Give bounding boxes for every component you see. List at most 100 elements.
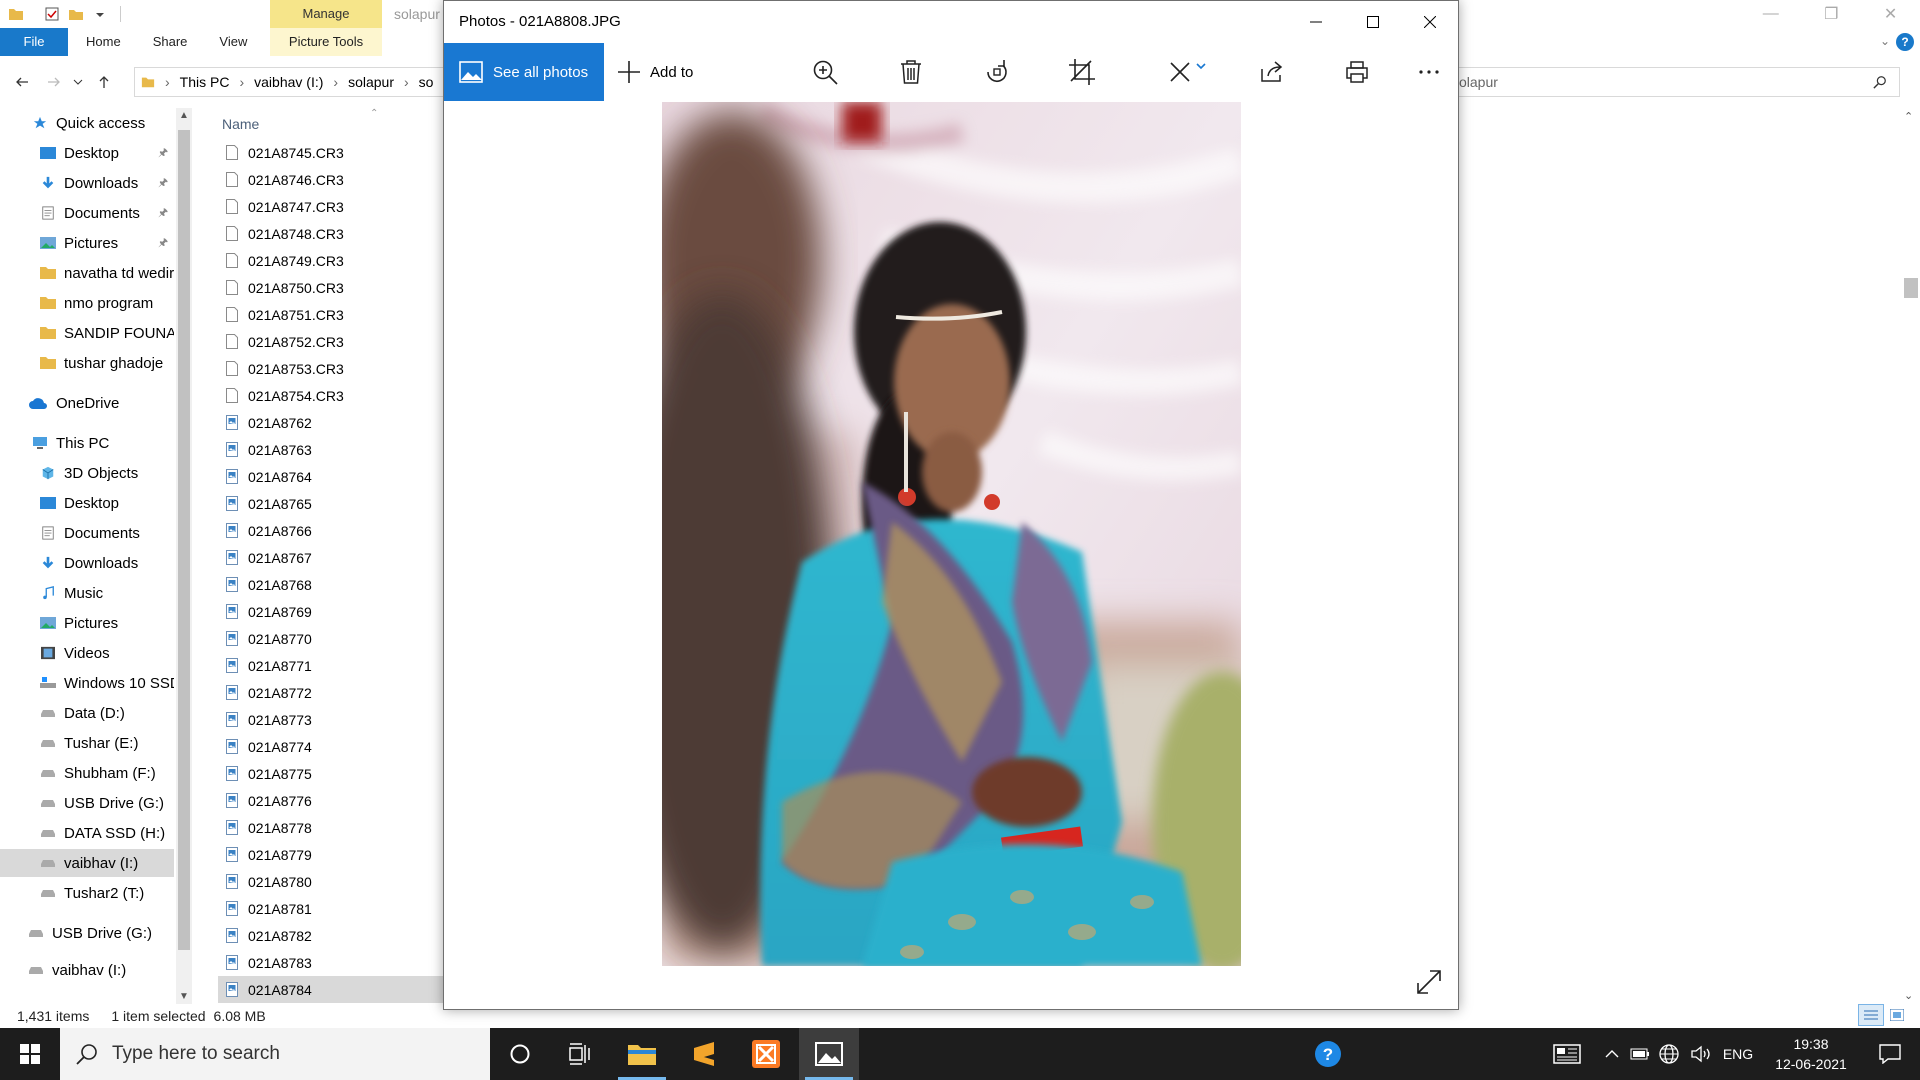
share-button[interactable]	[1255, 55, 1289, 89]
nav-desktop-quick[interactable]: Desktop 🖈	[0, 139, 174, 167]
file-row[interactable]: 021A8752.CR3	[218, 328, 448, 355]
nav-pictures-quick[interactable]: Pictures 🖈	[0, 229, 174, 257]
nav-music[interactable]: Music	[0, 579, 174, 607]
minimize-button[interactable]	[1287, 1, 1344, 43]
nav-drive-d[interactable]: Data (D:)	[0, 699, 174, 727]
manage-tab[interactable]: Manage	[270, 0, 382, 28]
file-row[interactable]: 021A8783	[218, 949, 448, 976]
scroll-down-icon[interactable]: ⌄	[1904, 989, 1913, 1002]
scroll-down-icon[interactable]: ▼	[179, 991, 189, 1002]
search-box[interactable]: olapur	[1458, 67, 1900, 97]
scroll-thumb[interactable]	[1904, 278, 1918, 298]
taskbar-photos[interactable]	[799, 1028, 859, 1080]
close-button[interactable]	[1401, 1, 1458, 43]
print-button[interactable]	[1340, 55, 1374, 89]
nav-this-pc[interactable]: This PC	[0, 429, 174, 457]
file-row[interactable]: 021A8778	[218, 814, 448, 841]
customize-qat-icon[interactable]	[92, 6, 108, 22]
nav-drive-e[interactable]: Tushar (E:)	[0, 729, 174, 757]
breadcrumb-folder[interactable]: solapur	[348, 74, 394, 90]
nav-downloads[interactable]: Downloads	[0, 549, 174, 577]
taskbar-xampp[interactable]	[736, 1028, 796, 1080]
file-row[interactable]: 021A8766	[218, 517, 448, 544]
input-language[interactable]: ENG	[1718, 1028, 1758, 1080]
more-options-button[interactable]	[1412, 55, 1446, 89]
nav-drive-g[interactable]: USB Drive (G:)	[0, 789, 174, 817]
network-button[interactable]	[1656, 1028, 1682, 1080]
crop-button[interactable]	[1065, 55, 1099, 89]
see-all-photos-button[interactable]: See all photos	[444, 43, 604, 101]
file-row[interactable]: 021A8768	[218, 571, 448, 598]
tab-file[interactable]: File	[0, 28, 68, 56]
file-row[interactable]: 021A8773	[218, 706, 448, 733]
nav-desktop[interactable]: Desktop	[0, 489, 174, 517]
taskbar-sublime-text[interactable]	[674, 1028, 734, 1080]
taskbar-search-box[interactable]: Type here to search	[60, 1028, 490, 1080]
action-center-button[interactable]	[1864, 1028, 1916, 1080]
file-row[interactable]: 021A8746.CR3	[218, 166, 448, 193]
nav-pictures[interactable]: Pictures	[0, 609, 174, 637]
nav-folder-navatha[interactable]: navatha td wedir	[0, 259, 174, 287]
nav-drive-t[interactable]: Tushar2 (T:)	[0, 879, 174, 907]
file-row[interactable]: 021A8747.CR3	[218, 193, 448, 220]
zoom-button[interactable]	[808, 55, 842, 89]
nav-quick-access[interactable]: Quick access	[0, 109, 174, 137]
file-row[interactable]: 021A8750.CR3	[218, 274, 448, 301]
large-icons-button[interactable]	[1884, 1004, 1910, 1026]
maximize-button[interactable]	[1344, 1, 1401, 43]
close-icon[interactable]: ✕	[1884, 4, 1897, 24]
nav-documents[interactable]: Documents	[0, 519, 174, 547]
show-hidden-icons-button[interactable]	[1600, 1028, 1624, 1080]
file-row[interactable]: 021A8780	[218, 868, 448, 895]
nav-usb-drive[interactable]: USB Drive (G:)	[0, 919, 174, 947]
news-interests-button[interactable]	[1548, 1028, 1586, 1080]
rotate-button[interactable]	[980, 55, 1014, 89]
delete-button[interactable]	[894, 55, 928, 89]
nav-folder-nmo[interactable]: nmo program	[0, 289, 174, 317]
new-folder-icon[interactable]	[68, 6, 84, 22]
tab-view[interactable]: View	[203, 28, 263, 56]
recent-locations-button[interactable]	[66, 70, 90, 94]
breadcrumb-drive[interactable]: vaibhav (I:)	[254, 74, 323, 90]
file-row[interactable]: 021A8769	[218, 598, 448, 625]
address-bar[interactable]: › This PC › vaibhav (I:) › solapur › so	[134, 67, 444, 97]
scroll-up-icon[interactable]: ▲	[179, 110, 189, 121]
file-row[interactable]: 021A8771	[218, 652, 448, 679]
breadcrumb-this-pc[interactable]: This PC	[180, 74, 230, 90]
nav-videos[interactable]: Videos	[0, 639, 174, 667]
nav-drive-windows[interactable]: Windows 10 SSD	[0, 669, 174, 697]
up-button[interactable]	[92, 70, 116, 94]
file-row[interactable]: 021A8776	[218, 787, 448, 814]
cortana-button[interactable]	[490, 1028, 550, 1080]
full-screen-button[interactable]	[1416, 969, 1442, 995]
add-to-button[interactable]: Add to	[618, 61, 693, 83]
scroll-up-icon[interactable]: ⌃	[1904, 110, 1913, 123]
nav-3d-objects[interactable]: 3D Objects	[0, 459, 174, 487]
nav-pane-scrollbar[interactable]: ▲ ▼	[176, 108, 192, 1004]
battery-button[interactable]	[1628, 1028, 1652, 1080]
breadcrumb-subfolder[interactable]: so	[419, 74, 434, 90]
forward-button[interactable]	[42, 70, 66, 94]
nav-folder-sandip[interactable]: SANDIP FOUNAI	[0, 319, 174, 347]
file-row[interactable]: 021A8775	[218, 760, 448, 787]
nav-documents-quick[interactable]: Documents 🖈	[0, 199, 174, 227]
file-row[interactable]: 021A8762	[218, 409, 448, 436]
properties-icon[interactable]	[44, 6, 60, 22]
file-row[interactable]: 021A8754.CR3	[218, 382, 448, 409]
tab-home[interactable]: Home	[68, 28, 137, 56]
file-row[interactable]: 021A8774	[218, 733, 448, 760]
file-row[interactable]: 021A8782	[218, 922, 448, 949]
file-row[interactable]: 021A8784	[218, 976, 448, 1003]
nav-downloads-quick[interactable]: Downloads 🖈	[0, 169, 174, 197]
details-view-button[interactable]	[1858, 1004, 1884, 1026]
file-row[interactable]: 021A8745.CR3	[218, 139, 448, 166]
help-tray-button[interactable]: ?	[1308, 1028, 1348, 1080]
taskbar-file-explorer[interactable]	[612, 1028, 672, 1080]
nav-drive-i[interactable]: vaibhav (I:)	[0, 849, 174, 877]
file-row[interactable]: 021A8781	[218, 895, 448, 922]
edit-create-button[interactable]	[1162, 55, 1212, 89]
task-view-button[interactable]	[550, 1028, 610, 1080]
file-row[interactable]: 021A8765	[218, 490, 448, 517]
tab-picture-tools[interactable]: Picture Tools	[270, 28, 382, 56]
restore-icon[interactable]: ❐	[1824, 4, 1838, 24]
